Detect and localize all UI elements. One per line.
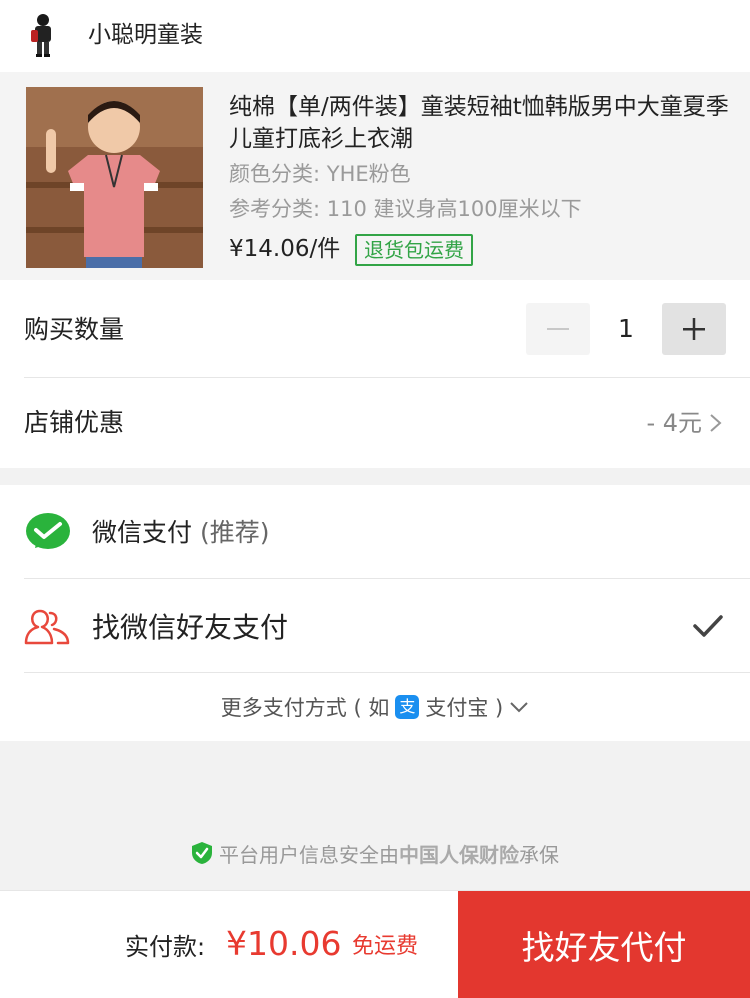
- security-note: 平台用户信息安全由 中国人保财险 承保: [0, 838, 750, 868]
- divider: [24, 672, 750, 673]
- alipay-label: 支付宝 ): [425, 696, 504, 720]
- plus-icon: [683, 318, 705, 340]
- product-title[interactable]: 纯棉【单/两件装】童装短袖t恤韩版男中大童夏季儿童打底衫上衣潮: [229, 91, 734, 155]
- divider: [24, 578, 750, 579]
- alipay-icon: 支: [395, 695, 420, 719]
- chevron-right-icon[interactable]: [707, 413, 725, 433]
- more-payment-label: 更多支付方式 ( 如: [220, 696, 390, 720]
- shield-check-icon: [192, 842, 212, 864]
- quantity-increase-button[interactable]: [662, 303, 726, 355]
- shop-avatar-icon: [31, 14, 51, 57]
- free-shipping-label: 免运费: [352, 934, 419, 959]
- quantity-label: 购买数量: [24, 315, 125, 344]
- wechat-pay-label: 微信支付: [92, 518, 193, 547]
- insurer-name: 中国人保财险: [399, 842, 519, 867]
- total-amount: ¥10.06: [226, 924, 342, 963]
- shop-discount-label: 店铺优惠: [24, 408, 125, 437]
- checkmark-icon: [693, 615, 723, 637]
- wechat-pay-icon: [26, 513, 70, 549]
- security-suffix: 承保: [519, 842, 559, 867]
- shop-name[interactable]: 小聪明童装: [88, 20, 203, 50]
- wechat-pay-option[interactable]: 微信支付 (推荐): [92, 517, 269, 549]
- quantity-decrease-button[interactable]: [526, 303, 590, 355]
- checkout-footer: 实付款: ¥10.06 免运费 找好友代付: [0, 890, 750, 998]
- more-payment-methods[interactable]: 更多支付方式 ( 如 支 支付宝 ): [0, 691, 750, 723]
- product-spec-color: 颜色分类: YHE粉色: [229, 162, 411, 186]
- product-card: 纯棉【单/两件装】童装短袖t恤韩版男中大童夏季儿童打底衫上衣潮 颜色分类: YH…: [0, 72, 750, 280]
- shop-discount-value[interactable]: - 4元: [646, 407, 702, 439]
- friend-pay-icon: [24, 609, 70, 645]
- shop-header: 小聪明童装: [0, 0, 750, 72]
- payment-methods: 微信支付 (推荐) 找微信好友支付 更多支付方式 ( 如 支 支付宝 ): [0, 485, 750, 741]
- return-shipping-badge: 退货包运费: [355, 234, 473, 266]
- friend-pay-option[interactable]: 找微信好友支付: [92, 610, 288, 646]
- chevron-down-icon: [510, 702, 528, 713]
- quantity-value[interactable]: 1: [596, 313, 656, 345]
- wechat-pay-recommended: (推荐): [199, 518, 270, 547]
- product-thumbnail[interactable]: [26, 87, 203, 268]
- security-prefix: 平台用户信息安全由: [219, 842, 399, 867]
- product-spec-size: 参考分类: 110 建议身高100厘米以下: [229, 197, 582, 221]
- product-price: ¥14.06/件: [229, 236, 341, 262]
- total-label: 实付款:: [125, 933, 206, 961]
- divider: [24, 377, 750, 378]
- friend-pay-button[interactable]: 找好友代付: [458, 891, 750, 998]
- minus-icon: [547, 328, 569, 330]
- order-options: 购买数量 1 店铺优惠 - 4元: [0, 280, 750, 468]
